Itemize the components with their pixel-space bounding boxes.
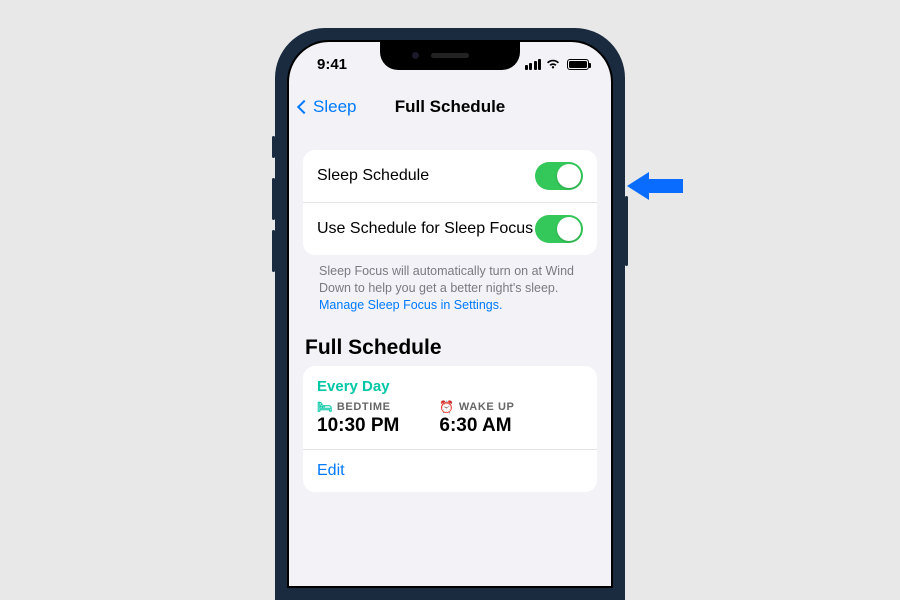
wakeup-column: ⏰ WAKE UP 6:30 AM: [439, 401, 514, 437]
mute-switch: [272, 136, 275, 158]
bed-icon: 🛏: [317, 401, 333, 413]
wakeup-label: WAKE UP: [459, 401, 515, 413]
speaker: [431, 53, 469, 58]
bedtime-column: 🛏 BEDTIME 10:30 PM: [317, 401, 399, 437]
screen: 9:41 Sleep Full Schedule: [289, 42, 611, 586]
status-icons: [525, 58, 590, 70]
arrow-shaft: [649, 179, 683, 193]
sleep-schedule-toggle[interactable]: [535, 162, 583, 190]
battery-icon: [567, 59, 589, 70]
bedtime-value: 10:30 PM: [317, 415, 399, 437]
use-focus-label: Use Schedule for Sleep Focus: [317, 220, 533, 238]
callout-arrow: [627, 172, 683, 200]
bedtime-label: BEDTIME: [337, 401, 391, 413]
arrow-head-icon: [627, 172, 649, 200]
schedule-card[interactable]: Every Day 🛏 BEDTIME 10:30 PM ⏰: [303, 366, 597, 492]
bedtime-label-row: 🛏 BEDTIME: [317, 401, 399, 413]
phone-frame: 9:41 Sleep Full Schedule: [275, 28, 625, 600]
wakeup-label-row: ⏰ WAKE UP: [439, 401, 514, 413]
schedule-columns: 🛏 BEDTIME 10:30 PM ⏰ WAKE UP 6:30 AM: [317, 401, 583, 437]
sleep-schedule-label: Sleep Schedule: [317, 167, 429, 185]
back-label: Sleep: [313, 97, 356, 117]
edit-button[interactable]: Edit: [303, 449, 597, 492]
notch: [380, 40, 520, 70]
wifi-icon: [545, 58, 561, 70]
manage-sleep-focus-link[interactable]: Manage Sleep Focus in Settings.: [319, 298, 502, 312]
footnote-text: Sleep Focus will automatically turn on a…: [319, 264, 574, 295]
footnote: Sleep Focus will automatically turn on a…: [303, 255, 597, 314]
toggle-knob: [557, 217, 581, 241]
chevron-left-icon: [297, 100, 311, 114]
use-focus-toggle[interactable]: [535, 215, 583, 243]
page-title: Full Schedule: [395, 97, 506, 117]
front-camera: [412, 52, 419, 59]
navigation-bar: Sleep Full Schedule: [289, 86, 611, 128]
section-title: Full Schedule: [305, 336, 595, 360]
schedule-recurrence: Every Day: [317, 378, 583, 395]
sleep-schedule-row: Sleep Schedule: [303, 150, 597, 202]
use-focus-row: Use Schedule for Sleep Focus: [303, 202, 597, 255]
alarm-icon: ⏰: [439, 401, 455, 413]
phone-bezel: 9:41 Sleep Full Schedule: [287, 40, 613, 588]
power-button: [625, 196, 628, 266]
back-button[interactable]: Sleep: [299, 97, 356, 117]
volume-down-button: [272, 230, 275, 272]
cellular-signal-icon: [525, 59, 542, 70]
toggle-knob: [557, 164, 581, 188]
content: Sleep Schedule Use Schedule for Sleep Fo…: [289, 150, 611, 492]
toggles-card: Sleep Schedule Use Schedule for Sleep Fo…: [303, 150, 597, 255]
wakeup-value: 6:30 AM: [439, 415, 514, 437]
volume-up-button: [272, 178, 275, 220]
status-time: 9:41: [317, 56, 347, 73]
